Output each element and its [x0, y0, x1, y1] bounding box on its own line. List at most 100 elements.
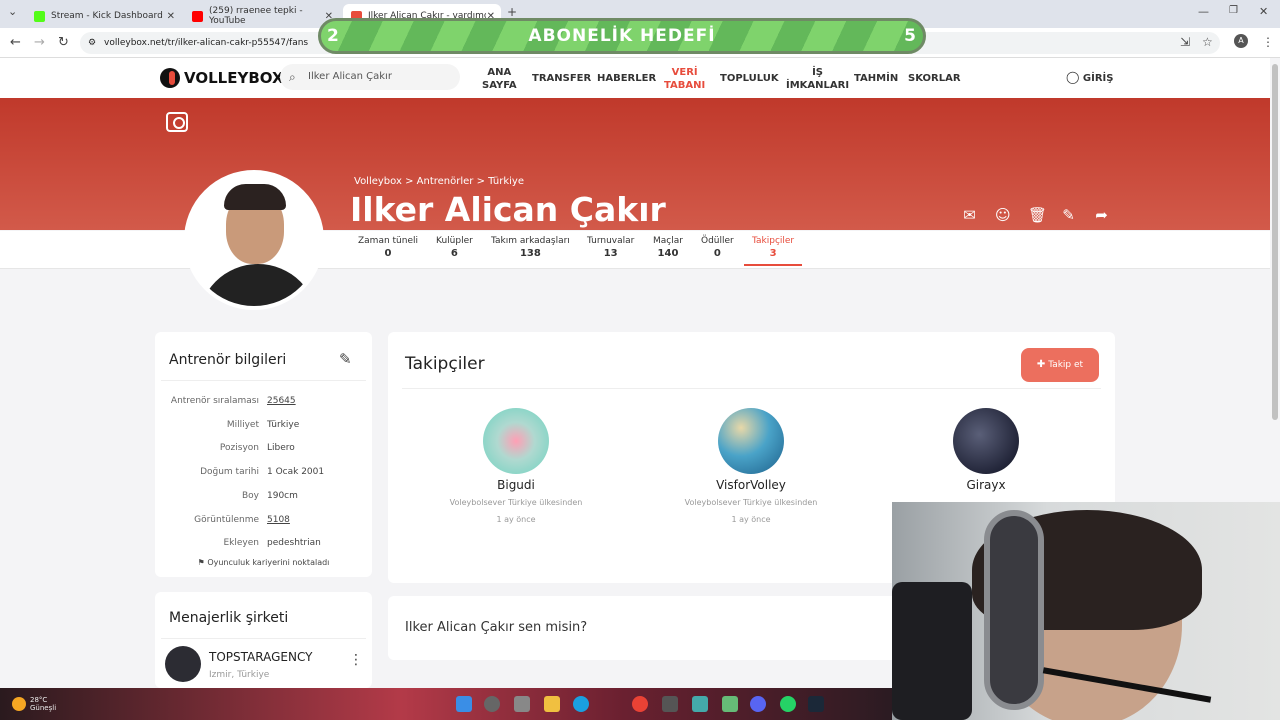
follower-name[interactable]: VisforVolley — [641, 478, 861, 492]
search-value: Ilker Alican Çakır — [308, 71, 392, 82]
nav-label: ANA — [487, 67, 512, 78]
weather-widget[interactable]: 28°C Güneşli — [12, 696, 56, 712]
install-app-icon[interactable]: ⇲ — [1180, 35, 1190, 49]
tab-label: Zaman tüneli — [358, 236, 419, 246]
discord-icon[interactable] — [750, 696, 766, 712]
card-title: Antrenör bilgileri — [169, 352, 287, 368]
nav-label: İŞ — [812, 67, 823, 78]
tab-count: 0 — [384, 248, 392, 259]
tab-awards[interactable]: Ödüller 0 — [701, 236, 734, 259]
divider — [161, 638, 366, 639]
nav-prediction[interactable]: TAHMİN — [854, 72, 898, 85]
info-value: 1 Ocak 2001 — [267, 467, 325, 477]
subscription-goal-overlay: 2 ABONELİK HEDEFİ 5 — [318, 18, 926, 54]
camera-icon[interactable] — [166, 112, 188, 132]
task-view-icon[interactable] — [514, 696, 530, 712]
browser-menu-icon[interactable]: ⋮ — [1262, 35, 1274, 49]
user-circle-icon[interactable]: ☺ — [995, 206, 1011, 224]
nav-home[interactable]: ANA SAYFA — [482, 66, 517, 92]
tab-teammates[interactable]: Takım arkadaşları 138 — [491, 236, 570, 259]
card-title: Takipçiler — [405, 354, 485, 374]
file-explorer-icon[interactable] — [544, 696, 560, 712]
trash-icon[interactable]: 🗑 — [1028, 206, 1047, 224]
more-options-icon[interactable]: ⋮ — [349, 652, 363, 668]
bookmark-star-icon[interactable]: ☆ — [1202, 35, 1213, 49]
steam-icon[interactable] — [808, 696, 824, 712]
info-value[interactable]: 25645 — [267, 396, 296, 406]
profile-avatar-photo — [184, 170, 324, 310]
taskbar-search-icon[interactable] — [484, 696, 500, 712]
edit-icon[interactable]: ✎ — [1061, 206, 1076, 224]
follower-item[interactable]: Girayx — [876, 408, 1096, 500]
page-scrollbar[interactable] — [1272, 64, 1278, 420]
forward-icon[interactable]: → — [34, 35, 45, 50]
tab-matches[interactable]: Maçlar 140 — [653, 236, 683, 259]
nav-scores[interactable]: SKORLAR — [908, 72, 961, 85]
tab-tournaments[interactable]: Turnuvalar 13 — [587, 236, 634, 259]
agency-card: Menajerlik şirketi TOPSTARAGENCY Izmir, … — [155, 592, 372, 688]
follower-time: 1 ay önce — [496, 515, 536, 524]
nav-label: TABANI — [664, 80, 706, 91]
restore-icon[interactable]: ❐ — [1229, 5, 1238, 16]
tab-clubs[interactable]: Kulüpler 6 — [436, 236, 473, 259]
breadcrumb-item[interactable]: Türkiye — [488, 176, 524, 187]
agency-name[interactable]: TOPSTARAGENCY — [209, 650, 312, 664]
info-value[interactable]: pedeshtrian — [267, 538, 321, 548]
follower-name[interactable]: Girayx — [876, 478, 1096, 492]
info-value: Türkiye — [267, 420, 300, 430]
edit-icon[interactable]: ✎ — [339, 350, 352, 368]
weather-desc: Güneşli — [30, 704, 57, 712]
app-icon[interactable] — [692, 696, 708, 712]
tab-followers[interactable]: Takipçiler 3 — [743, 236, 803, 266]
volleybox-logo[interactable]: VOLLEYBOX ⌄ — [160, 68, 296, 88]
minimize-icon[interactable]: — — [1198, 5, 1209, 18]
nav-jobs[interactable]: İŞ İMKANLARI — [786, 66, 849, 92]
tab-count: 3 — [769, 248, 777, 259]
follower-item[interactable]: Bigudi Voleybolsever Türkiye ülkesinden … — [406, 408, 626, 524]
share-icon[interactable]: ➦ — [1094, 206, 1109, 224]
back-icon[interactable]: ← — [10, 35, 21, 50]
tab-title: (259) rraenee tepki - YouTube — [209, 6, 303, 26]
follow-button[interactable]: ✚ Takip et — [1021, 348, 1099, 382]
browser-tab-youtube[interactable]: (259) rraenee tepki - YouTube ✕ — [184, 4, 339, 28]
chrome-icon[interactable] — [632, 696, 648, 712]
login-button[interactable]: ◯ GİRİŞ — [1066, 70, 1113, 84]
reload-icon[interactable]: ↻ — [58, 35, 69, 50]
search-input[interactable]: ⌕ Ilker Alican Çakır — [280, 64, 460, 90]
user-icon: ◯ — [1066, 70, 1080, 84]
start-icon[interactable] — [456, 696, 472, 712]
browser-tab-kick[interactable]: Stream - Kick Dashboard ✕ — [26, 4, 181, 28]
obs-icon[interactable] — [662, 696, 678, 712]
nav-label: SAYFA — [482, 80, 517, 91]
app-icon[interactable] — [722, 696, 738, 712]
mail-icon[interactable]: ✉ — [962, 206, 977, 224]
nav-community[interactable]: TOPLULUK — [720, 72, 779, 85]
site-info-icon[interactable]: ⚙ — [88, 32, 96, 54]
info-key: Görüntülenme — [194, 515, 259, 525]
breadcrumb-item[interactable]: Antrenörler — [417, 176, 474, 187]
nav-database[interactable]: VERİ TABANI — [664, 66, 705, 92]
new-tab-icon[interactable]: + — [507, 5, 517, 19]
search-icon: ⌕ — [289, 70, 296, 84]
close-window-icon[interactable]: ✕ — [1259, 5, 1268, 18]
nav-label: HABERLER — [597, 73, 657, 84]
edge-icon[interactable] — [573, 696, 589, 712]
follower-name[interactable]: Bigudi — [406, 478, 626, 492]
profile-avatar[interactable]: A — [1234, 34, 1248, 48]
webcam-overlay — [892, 502, 1280, 720]
career-ended-text: Oyunculuk kariyerini noktaladı — [207, 558, 330, 567]
agency-logo[interactable] — [165, 646, 201, 682]
breadcrumb-item[interactable]: Volleybox — [354, 176, 402, 187]
tab-timeline[interactable]: Zaman tüneli 0 — [358, 236, 418, 259]
windows-taskbar: 28°C Güneşli — [0, 688, 892, 720]
info-key: Milliyet — [226, 420, 259, 430]
whatsapp-icon[interactable] — [780, 696, 796, 712]
nav-transfer[interactable]: TRANSFER — [532, 72, 591, 85]
tab-list-icon[interactable]: ⌄ — [8, 5, 17, 18]
tab-label: Takım arkadaşları — [491, 236, 570, 246]
follower-item[interactable]: VisforVolley Voleybolsever Türkiye ülkes… — [641, 408, 861, 524]
nav-label: TOPLULUK — [720, 73, 779, 84]
nav-news[interactable]: HABERLER — [597, 72, 656, 85]
info-value[interactable]: 5108 — [267, 515, 290, 525]
close-tab-icon[interactable]: ✕ — [167, 11, 175, 22]
